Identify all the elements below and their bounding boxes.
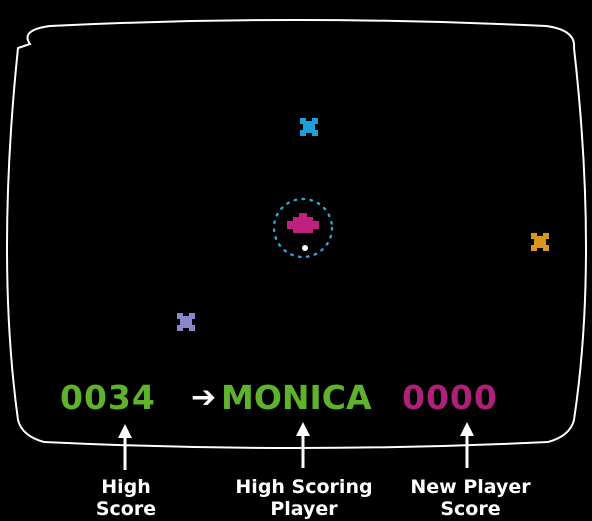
ship-projectile [302, 245, 308, 251]
caption-line: High [101, 476, 151, 498]
arrow-right-icon: ➔ [191, 380, 218, 415]
enemy-lavender-icon [177, 313, 195, 331]
enemy-cyan-icon [300, 118, 318, 136]
caption-high-scoring-player: High Scoring Player [224, 476, 384, 520]
high-scoring-player-name: MONICA [221, 378, 372, 417]
ship-icon [287, 213, 319, 233]
caption-line: High Scoring [235, 476, 373, 498]
caption-high-score: High Score [76, 476, 176, 520]
caption-line: Score [95, 498, 157, 520]
caption-new-player-score: New Player Score [398, 476, 543, 520]
game-screen [6, 19, 587, 470]
new-player-score-value: 0000 [402, 378, 498, 417]
caption-line: New Player [410, 476, 531, 498]
caption-line: Player [270, 498, 338, 520]
pointer-arrow-high-score [118, 424, 132, 470]
high-score-value: 0034 [60, 378, 156, 417]
enemy-orange-icon [531, 233, 549, 251]
pointer-arrow-high-player [296, 422, 310, 468]
caption-line: Score [440, 498, 501, 520]
